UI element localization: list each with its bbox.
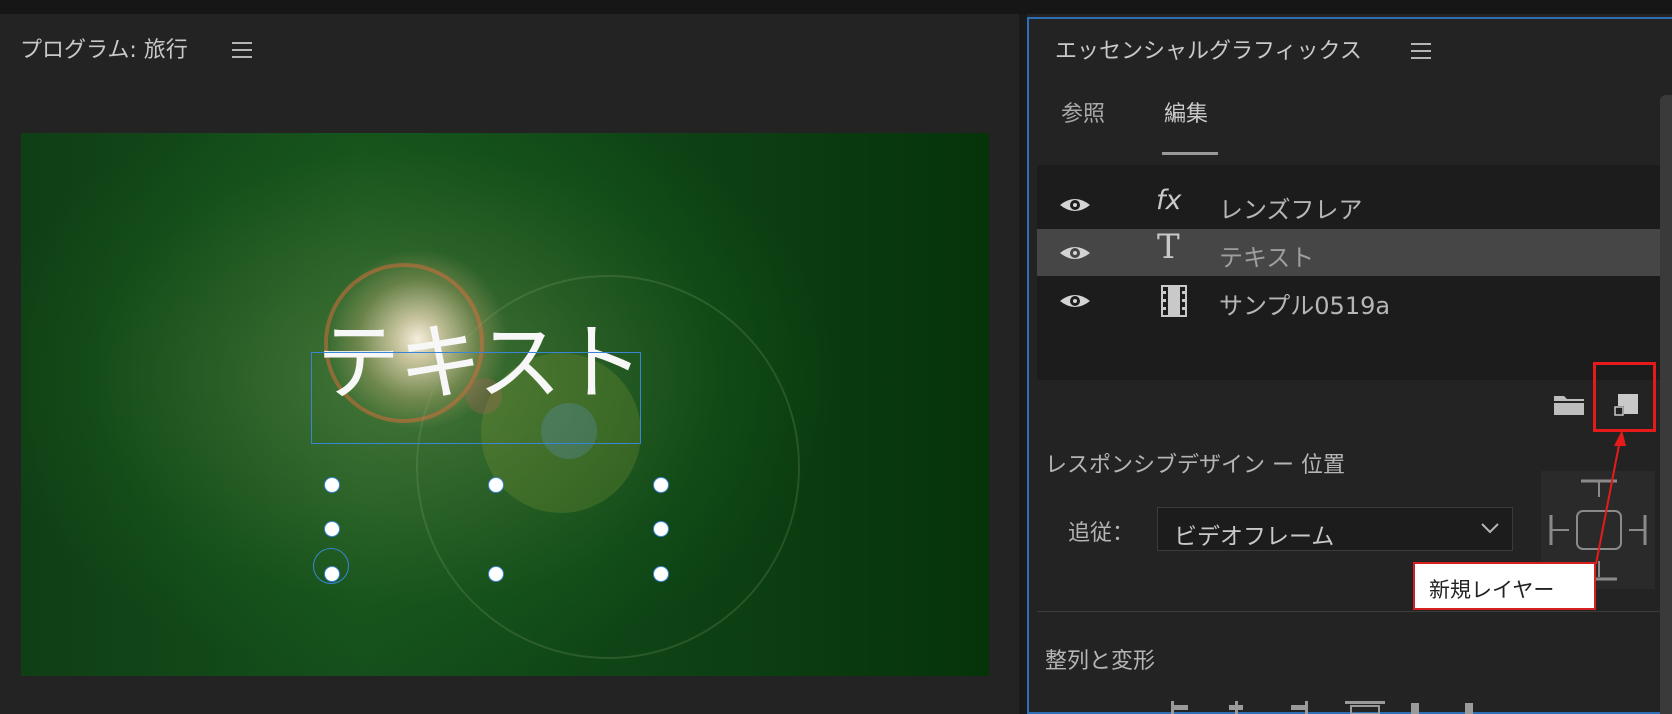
follow-dropdown-value: ビデオフレーム [1174, 524, 1335, 550]
layer-row[interactable]: fx レンズフレア [1037, 181, 1660, 228]
panel-menu-icon[interactable] [232, 42, 252, 60]
panel-menu-icon[interactable] [1411, 43, 1431, 61]
resize-handle[interactable] [488, 477, 504, 493]
essential-graphics-title: エッセンシャルグラフィックス [1055, 39, 1362, 64]
text-icon: T [1157, 227, 1180, 267]
anchor-point[interactable] [313, 548, 349, 584]
follow-label: 追従： [1068, 521, 1135, 546]
active-tab-indicator [1162, 152, 1218, 155]
resize-handle[interactable] [653, 521, 669, 537]
section-divider [1037, 611, 1660, 612]
panel-divider[interactable] [1019, 14, 1027, 714]
responsive-design-title: レスポンシブデザイン ー 位置 [1045, 453, 1345, 478]
new-group-folder-icon[interactable] [1553, 392, 1585, 416]
tab-browse[interactable]: 参照 [1061, 96, 1105, 128]
eye-icon[interactable] [1059, 243, 1091, 263]
eye-icon[interactable] [1059, 195, 1091, 215]
highlight-box [1593, 362, 1656, 432]
layer-name[interactable]: サンプル0519a [1219, 286, 1390, 321]
panel-scrollbar[interactable] [1660, 95, 1672, 714]
layer-name[interactable]: レンズフレア [1219, 190, 1363, 225]
film-icon [1161, 285, 1187, 317]
resize-handle[interactable] [488, 566, 504, 582]
callout-arrow [1595, 430, 1626, 565]
layer-row-selected[interactable]: T テキスト [1037, 227, 1660, 276]
new-layer-tooltip: 新規レイヤー [1413, 562, 1596, 610]
resize-handle[interactable] [324, 477, 340, 493]
fx-icon: fx [1156, 185, 1182, 216]
text-bounding-box[interactable] [311, 352, 641, 444]
program-monitor-title: プログラム: 旅行 [20, 38, 188, 63]
follow-dropdown[interactable]: ビデオフレーム [1157, 507, 1513, 551]
resize-handle[interactable] [653, 477, 669, 493]
align-buttons-row[interactable] [1165, 697, 1485, 714]
layer-name[interactable]: テキスト [1219, 238, 1314, 273]
top-strip [0, 0, 1672, 14]
tooltip-label: 新規レイヤー [1429, 578, 1555, 602]
eye-icon[interactable] [1059, 291, 1091, 311]
chevron-down-icon [1481, 523, 1499, 534]
tab-edit[interactable]: 編集 [1164, 96, 1208, 128]
layer-row[interactable]: サンプル0519a [1037, 277, 1660, 324]
resize-handle[interactable] [324, 521, 340, 537]
resize-handle[interactable] [653, 566, 669, 582]
align-transform-title: 整列と変形 [1045, 649, 1156, 674]
